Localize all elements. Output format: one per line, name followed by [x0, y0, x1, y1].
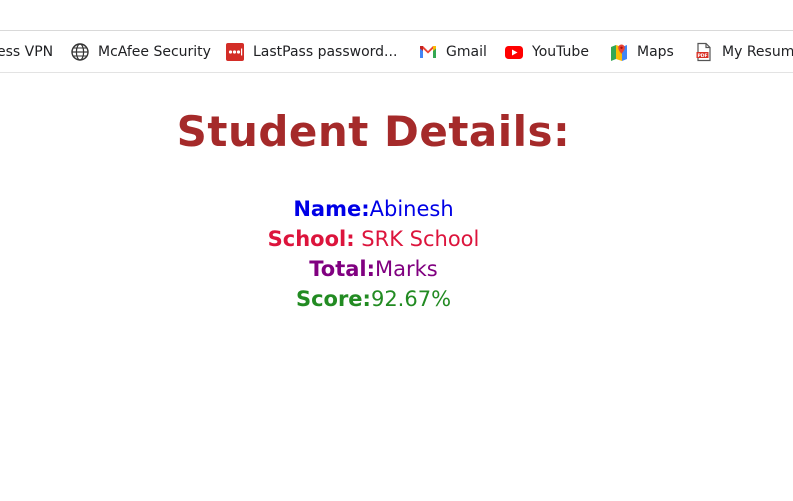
- bookmark-label: YouTube: [532, 43, 589, 60]
- bookmark-gmail[interactable]: Gmail: [418, 31, 487, 72]
- bookmark-vpn[interactable]: ess VPN: [0, 31, 53, 72]
- bookmark-label: Gmail: [446, 43, 487, 60]
- maps-icon: [609, 42, 629, 62]
- score-label: Score:: [295, 287, 371, 311]
- bookmarks-bar: ess VPN McAfee Security LastPass passwor: [0, 31, 793, 73]
- school-row: School: SRK School: [0, 224, 747, 254]
- total-row: Total:Marks: [0, 254, 747, 284]
- page-title: Student Details:: [176, 107, 571, 156]
- total-label: Total:: [309, 257, 376, 281]
- name-value: Abinesh: [369, 197, 454, 221]
- bookmark-label: LastPass password...: [253, 43, 398, 60]
- bookmark-youtube[interactable]: YouTube: [504, 31, 589, 72]
- bookmark-mcafee[interactable]: McAfee Security: [70, 31, 211, 72]
- school-value: SRK School: [354, 227, 480, 251]
- bookmark-label: My Resume: [722, 43, 793, 60]
- student-details: Name:Abinesh School: SRK School Total:Ma…: [0, 194, 747, 314]
- bookmark-label: ess VPN: [0, 43, 54, 60]
- school-label: School:: [267, 227, 355, 251]
- total-value: Marks: [375, 257, 438, 281]
- browser-toolbar-edge: [0, 0, 793, 31]
- youtube-icon: [504, 42, 524, 62]
- pdf-icon: PDF: [694, 42, 714, 62]
- bookmark-maps[interactable]: Maps: [609, 31, 674, 72]
- lastpass-icon: [225, 42, 245, 62]
- score-row: Score:92.67%: [0, 284, 747, 314]
- name-label: Name:: [293, 197, 370, 221]
- globe-icon: [70, 42, 90, 62]
- bookmark-label: McAfee Security: [98, 43, 211, 60]
- name-row: Name:Abinesh: [0, 194, 747, 224]
- gmail-icon: [418, 42, 438, 62]
- svg-text:PDF: PDF: [697, 52, 707, 58]
- score-value: 92.67%: [370, 287, 452, 311]
- bookmark-label: Maps: [637, 43, 674, 60]
- bookmark-lastpass[interactable]: LastPass password...: [225, 31, 397, 72]
- bookmark-my-resume[interactable]: PDF My Resume: [694, 31, 793, 72]
